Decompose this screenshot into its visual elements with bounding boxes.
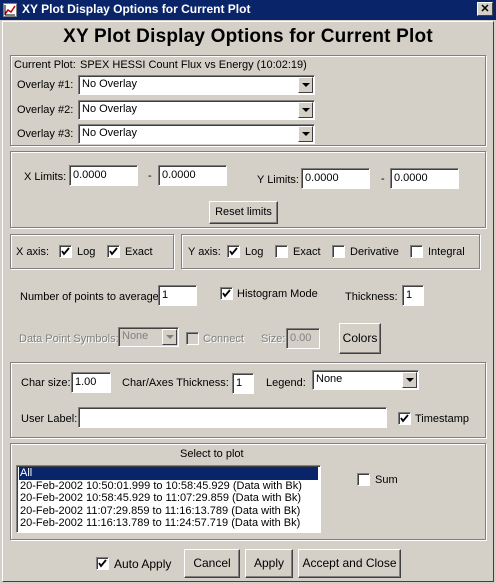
data-point-symbols-select[interactable]: None [118,327,179,347]
chevron-down-icon[interactable] [402,372,417,388]
y-max-input[interactable]: 0.0000 [390,168,459,189]
thickness-input[interactable]: 1 [402,285,424,306]
overlay3-select[interactable]: No Overlay [78,124,315,144]
y-exact-checkbox[interactable] [275,245,288,258]
sum-checkbox[interactable] [357,473,370,486]
chevron-down-icon[interactable] [298,102,313,118]
cancel-button[interactable]: Cancel [184,549,240,578]
app-icon [3,3,17,17]
legend-select[interactable]: None [312,370,419,390]
overlay3-value: No Overlay [82,127,138,139]
current-plot-value: SPEX HESSI Count Flux vs Energy (10:02:1… [80,59,307,71]
check-icon [61,247,70,256]
chevron-down-icon[interactable] [298,126,313,142]
y-min-input[interactable]: 0.0000 [301,168,370,189]
y-derivative-checkbox[interactable] [332,245,345,258]
size-input[interactable]: 0.00 [286,328,320,349]
overlay2-select[interactable]: No Overlay [78,100,315,120]
connect-checkbox[interactable] [186,332,199,345]
overlay3-label: Overlay #3: [17,128,74,140]
x-min-input[interactable]: 0.0000 [69,165,138,186]
timestamp-label: Timestamp [415,413,469,425]
data-point-symbols-label: Data Point Symbols: [19,333,119,345]
list-item[interactable]: 20-Feb-2002 11:16:13.789 to 11:24:57.719… [19,517,318,530]
chevron-down-icon[interactable] [162,329,177,345]
current-plot-label: Current Plot: [14,59,76,71]
check-icon [400,414,409,423]
list-item[interactable]: All [19,467,318,480]
overlay1-select[interactable]: No Overlay [78,75,315,95]
y-integral-checkbox[interactable] [410,245,423,258]
connect-label: Connect [203,333,244,345]
chevron-down-icon[interactable] [298,77,313,93]
title-bar: XY Plot Display Options for Current Plot… [0,0,496,20]
x-limits-dash: - [148,170,152,182]
list-item[interactable]: 20-Feb-2002 10:58:45.929 to 11:07:29.859… [19,492,318,505]
sum-label: Sum [375,474,398,486]
overlay2-label: Overlay #2: [17,104,74,116]
legend-value: None [316,373,343,385]
check-icon [109,247,118,256]
overlay2-value: No Overlay [82,103,138,115]
histogram-mode-label: Histogram Mode [237,288,318,300]
x-exact-checkbox[interactable] [107,245,120,258]
check-icon [98,559,107,568]
char-size-input[interactable]: 1.00 [71,372,111,393]
y-integral-label: Integral [428,246,465,258]
average-points-input[interactable]: 1 [158,285,197,306]
overlay1-value: No Overlay [82,78,138,90]
timestamp-checkbox[interactable] [398,412,411,425]
close-icon[interactable]: ✕ [477,2,493,16]
char-size-label: Char size: [21,377,71,389]
y-limits-label: Y Limits: [257,174,299,186]
list-item[interactable]: 20-Feb-2002 11:07:29.859 to 11:16:13.789… [19,505,318,518]
select-plot-title: Select to plot [180,448,244,460]
char-axes-thickness-label: Char/Axes Thickness: [122,377,229,389]
y-axis-label: Y axis: [188,246,221,258]
user-label-label: User Label: [21,413,78,425]
legend-label: Legend: [266,377,306,389]
list-item[interactable]: 20-Feb-2002 10:50:01.999 to 10:58:45.929… [19,480,318,493]
x-max-input[interactable]: 0.0000 [158,165,227,186]
y-exact-label: Exact [293,246,321,258]
select-plot-listbox[interactable]: All 20-Feb-2002 10:50:01.999 to 10:58:45.… [16,465,321,533]
auto-apply-checkbox[interactable] [96,557,109,570]
x-axis-label: X axis: [16,246,50,258]
y-derivative-label: Derivative [350,246,399,258]
apply-button[interactable]: Apply [245,549,293,578]
colors-button[interactable]: Colors [339,323,381,354]
dialog-heading: XY Plot Display Options for Current Plot [63,26,433,47]
user-label-input[interactable] [78,407,387,428]
x-limits-label: X Limits: [24,171,67,183]
thickness-label: Thickness: [345,291,398,303]
reset-limits-button[interactable]: Reset limits [209,201,278,224]
accept-and-close-button[interactable]: Accept and Close [298,549,401,578]
check-icon [222,289,231,298]
y-limits-dash: - [381,173,385,185]
x-exact-label: Exact [125,246,153,258]
histogram-mode-checkbox[interactable] [220,287,233,300]
y-log-checkbox[interactable] [227,245,240,258]
average-points-label: Number of points to average: [20,291,162,303]
check-icon [229,247,238,256]
char-axes-thickness-input[interactable]: 1 [232,373,254,394]
window-title: XY Plot Display Options for Current Plot [22,2,251,16]
y-log-label: Log [245,246,264,258]
data-point-symbols-value: None [122,330,149,342]
auto-apply-label: Auto Apply [114,557,172,571]
size-label: Size: [261,333,286,345]
overlay1-label: Overlay #1: [17,79,74,91]
x-log-checkbox[interactable] [59,245,72,258]
x-log-label: Log [77,246,96,258]
